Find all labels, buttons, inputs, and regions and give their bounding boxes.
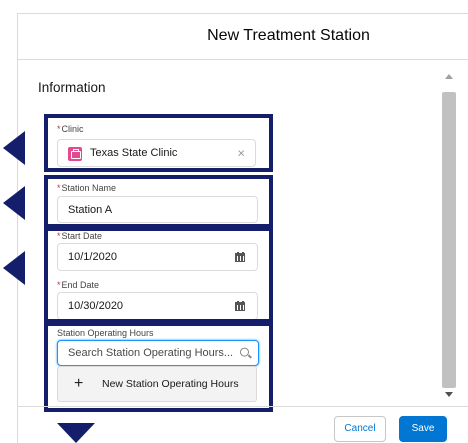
highlight-box-dates (44, 227, 273, 323)
modal-header: New Treatment Station (18, 14, 468, 60)
scroll-down-arrow-icon[interactable] (445, 392, 453, 397)
scroll-thumb[interactable] (442, 92, 456, 388)
scroll-up-arrow-icon[interactable] (445, 74, 453, 79)
highlight-box-station-name (44, 175, 273, 228)
annotation-arrow-down-icon (57, 423, 95, 443)
highlight-box-operating-hours (44, 322, 273, 412)
highlight-box-clinic (44, 114, 273, 172)
annotation-arrow-left-icon (3, 251, 25, 285)
footer-divider (17, 406, 468, 407)
modal-title: New Treatment Station (207, 27, 370, 44)
section-title-information: Information (38, 80, 106, 95)
annotation-arrow-left-icon (3, 186, 25, 220)
modal-scrollbar[interactable] (442, 74, 456, 397)
annotation-arrow-left-icon (3, 131, 25, 165)
save-button[interactable]: Save (399, 416, 447, 442)
cancel-button[interactable]: Cancel (334, 416, 386, 442)
